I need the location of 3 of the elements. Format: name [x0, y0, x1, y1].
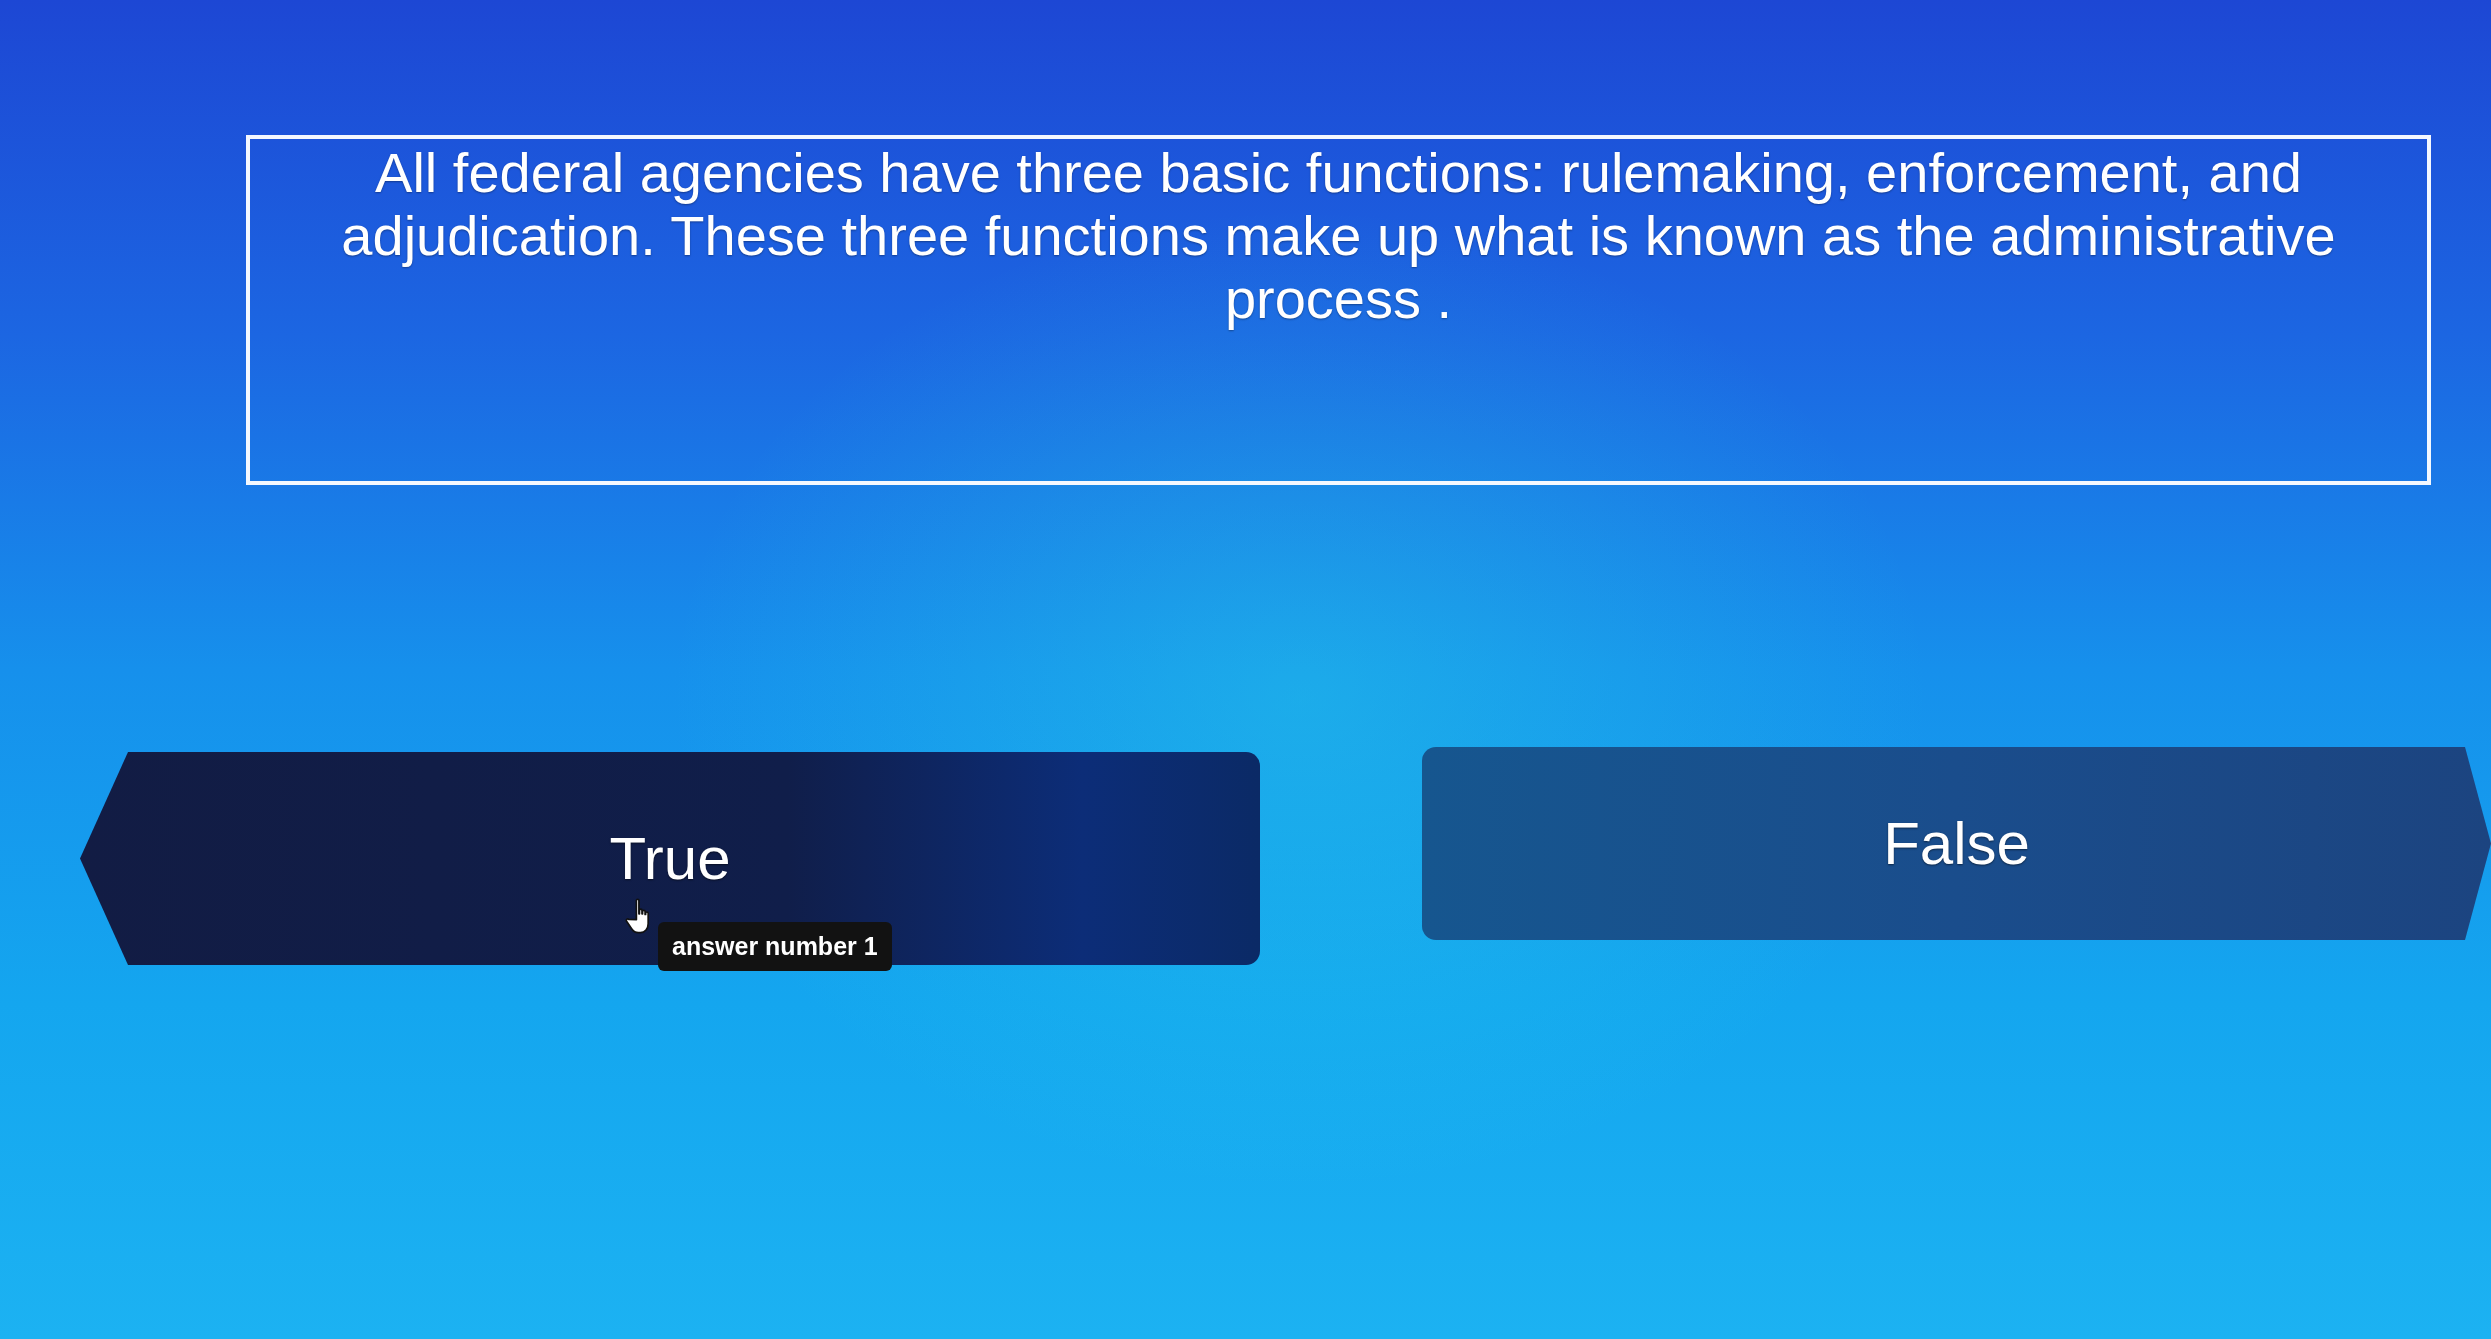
question-text: All federal agencies have three basic functions: rulemaking, enforcement, and adjudication. These three functions make up what is known as the administrative process .	[340, 141, 2337, 330]
answer-button[interactable]: False	[1422, 747, 2491, 940]
tooltip: answer number 1	[658, 922, 892, 971]
